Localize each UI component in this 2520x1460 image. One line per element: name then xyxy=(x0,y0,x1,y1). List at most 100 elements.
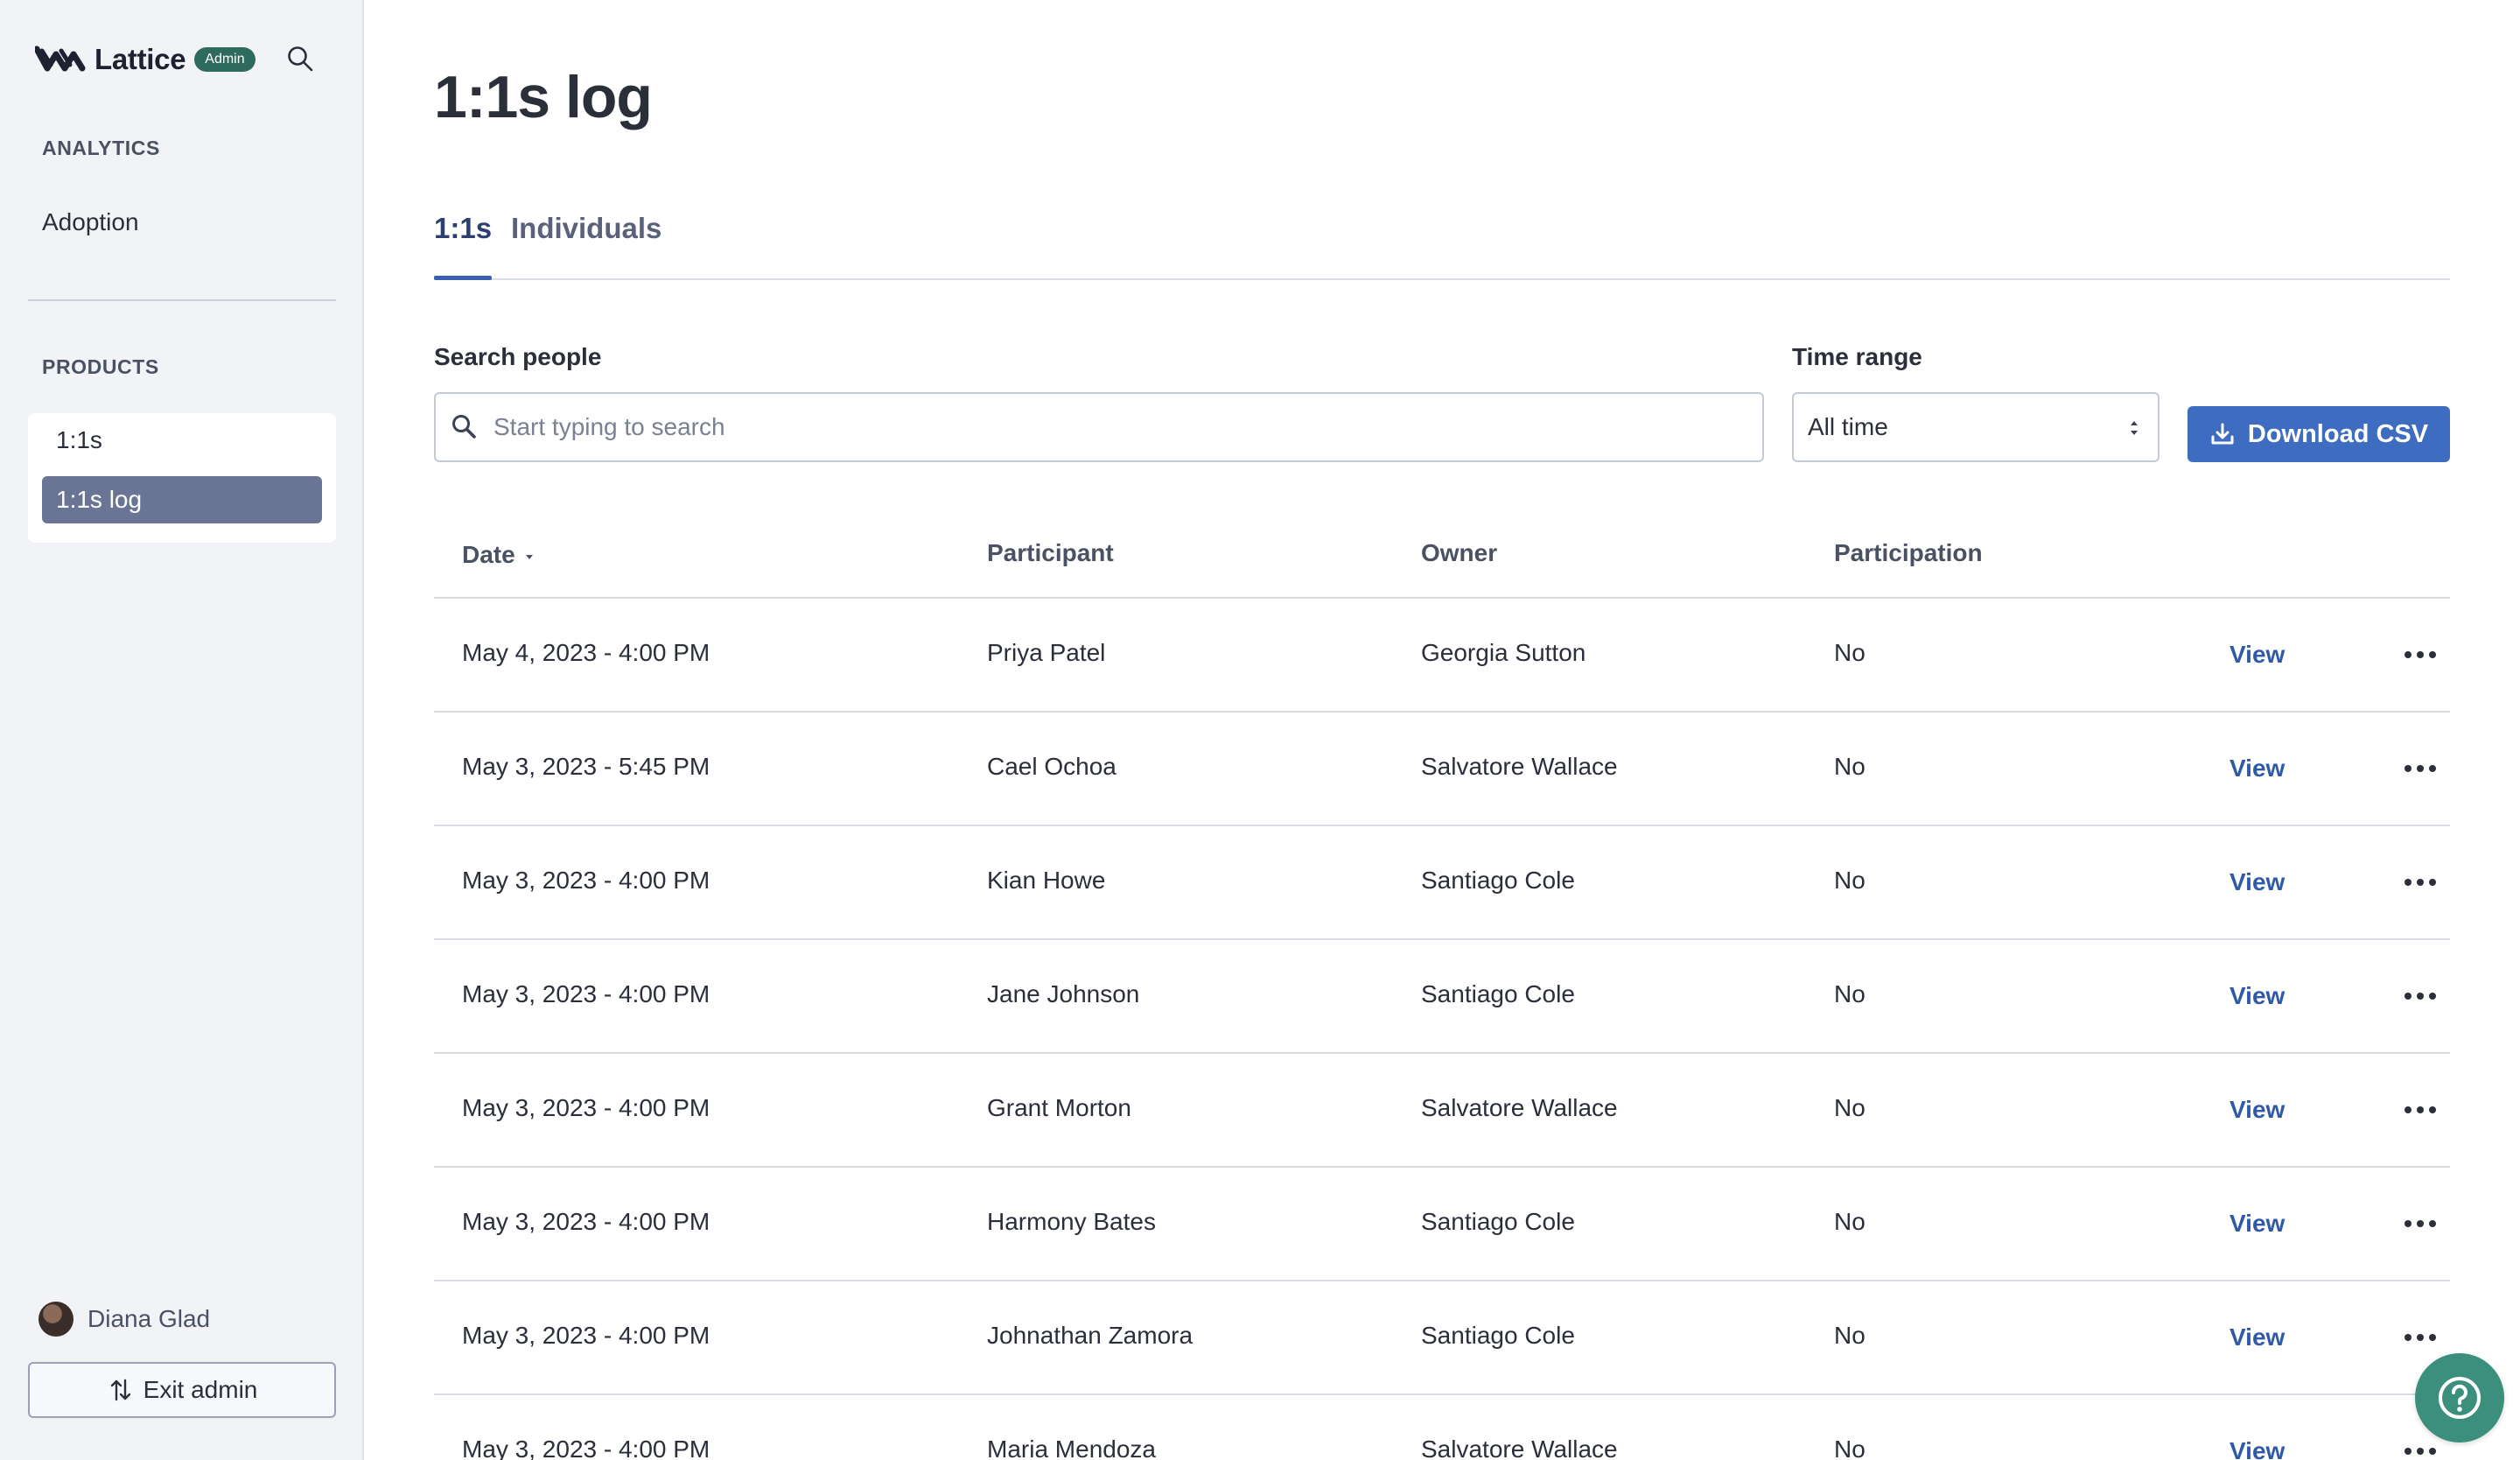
view-link[interactable]: View xyxy=(2230,755,2285,783)
row-owner: Santiago Cole xyxy=(1421,1322,1575,1349)
tab-1-1s[interactable]: 1:1s xyxy=(434,212,493,280)
row-participation: No xyxy=(1834,1435,1866,1460)
admin-badge: Admin xyxy=(194,47,256,72)
analytics-heading: ANALYTICS xyxy=(42,137,160,159)
sidebar-divider xyxy=(28,299,336,301)
more-horizontal-icon[interactable] xyxy=(2404,648,2436,662)
more-horizontal-icon[interactable] xyxy=(2404,875,2436,889)
current-user[interactable]: Diana Glad xyxy=(38,1301,210,1337)
search-icon[interactable] xyxy=(285,44,315,74)
table-row: May 3, 2023 - 5:45 PM Cael Ochoa Salvatore… xyxy=(434,712,2450,826)
help-button[interactable] xyxy=(2415,1353,2504,1442)
products-heading: PRODUCTS xyxy=(42,355,159,378)
table-row: May 3, 2023 - 4:00 PM Kian Howe Santiago C… xyxy=(434,826,2450,940)
exit-admin-button[interactable]: Exit admin xyxy=(28,1362,336,1418)
row-participation: No xyxy=(1834,753,1866,780)
row-participant: Jane Johnson xyxy=(987,980,1140,1007)
column-header-participant[interactable]: Participant xyxy=(987,539,1114,567)
download-csv-label: Download CSV xyxy=(2247,419,2429,448)
column-header-date-label: Date xyxy=(462,541,515,568)
row-owner: Santiago Cole xyxy=(1421,980,1575,1007)
view-link[interactable]: View xyxy=(2230,868,2285,896)
row-participation: No xyxy=(1834,1094,1866,1121)
table-row: May 3, 2023 - 4:00 PM Maria Mendoza Salvat… xyxy=(434,1395,2450,1460)
more-horizontal-icon[interactable] xyxy=(2404,762,2436,776)
row-participant: Maria Mendoza xyxy=(987,1435,1156,1460)
row-participant: Cael Ochoa xyxy=(987,753,1116,780)
row-participant: Priya Patel xyxy=(987,639,1106,666)
row-date: May 3, 2023 - 5:45 PM xyxy=(462,753,710,780)
row-date: May 3, 2023 - 4:00 PM xyxy=(462,980,710,1007)
row-date: May 3, 2023 - 4:00 PM xyxy=(462,1094,710,1121)
row-owner: Salvatore Wallace xyxy=(1421,1094,1618,1121)
row-participation: No xyxy=(1834,1208,1866,1235)
avatar xyxy=(38,1302,74,1337)
more-horizontal-icon[interactable] xyxy=(2404,1444,2436,1458)
more-horizontal-icon[interactable] xyxy=(2404,989,2436,1003)
row-participant: Grant Morton xyxy=(987,1094,1131,1121)
download-icon xyxy=(2211,423,2234,445)
search-icon xyxy=(452,415,476,439)
swap-arrows-icon xyxy=(110,1379,130,1401)
download-csv-button[interactable]: Download CSV xyxy=(2188,406,2450,462)
column-header-participation[interactable]: Participation xyxy=(1834,539,1983,567)
one-on-ones-table: Date Participant Owner Participation May… xyxy=(434,511,2450,1460)
column-header-owner[interactable]: Owner xyxy=(1421,539,1497,567)
row-date: May 3, 2023 - 4:00 PM xyxy=(462,1322,710,1349)
row-owner: Santiago Cole xyxy=(1421,867,1575,894)
sort-down-icon xyxy=(525,554,533,559)
user-name: Diana Glad xyxy=(88,1305,211,1332)
row-participation: No xyxy=(1834,1322,1866,1349)
search-field[interactable] xyxy=(434,392,1764,462)
row-participant: Johnathan Zamora xyxy=(987,1322,1194,1349)
view-link[interactable]: View xyxy=(2230,1323,2285,1351)
table-row: May 3, 2023 - 4:00 PM Jane Johnson Santiag… xyxy=(434,940,2450,1054)
brand-name: Lattice xyxy=(94,43,186,75)
sidebar-item-adoption[interactable]: Adoption xyxy=(42,208,139,236)
row-participation: No xyxy=(1834,980,1866,1007)
view-link[interactable]: View xyxy=(2230,1210,2285,1238)
table-row: May 3, 2023 - 4:00 PM Harmony Bates Santia… xyxy=(434,1168,2450,1281)
brand[interactable]: Lattice Admin xyxy=(35,40,256,79)
table-row: May 3, 2023 - 4:00 PM Johnathan Zamora San… xyxy=(434,1281,2450,1395)
row-participation: No xyxy=(1834,639,1866,666)
view-link[interactable]: View xyxy=(2230,1437,2285,1460)
row-date: May 3, 2023 - 4:00 PM xyxy=(462,1435,710,1460)
row-participation: No xyxy=(1834,867,1866,894)
lattice-logo-icon xyxy=(35,46,86,72)
sidebar-item-1-1s-log[interactable]: 1:1s log xyxy=(42,476,322,523)
row-owner: Salvatore Wallace xyxy=(1421,1435,1618,1460)
row-date: May 3, 2023 - 4:00 PM xyxy=(462,1208,710,1235)
table-row: May 4, 2023 - 4:00 PM Priya Patel Georgia … xyxy=(434,599,2450,712)
view-link[interactable]: View xyxy=(2230,641,2285,669)
row-owner: Georgia Sutton xyxy=(1421,639,1586,666)
row-owner: Salvatore Wallace xyxy=(1421,753,1618,780)
sidebar-item-1-1s[interactable]: 1:1s xyxy=(42,417,322,464)
exit-admin-label: Exit admin xyxy=(143,1376,258,1403)
row-participant: Kian Howe xyxy=(987,867,1106,894)
search-label: Search people xyxy=(434,343,602,370)
time-range-value: All time xyxy=(1808,413,1888,440)
column-header-date[interactable]: Date xyxy=(462,541,535,569)
row-participant: Harmony Bates xyxy=(987,1208,1156,1235)
time-range-label: Time range xyxy=(1792,343,1922,370)
products-nav: 1:1s 1:1s log xyxy=(28,413,336,543)
more-horizontal-icon[interactable] xyxy=(2404,1330,2436,1344)
tab-individuals[interactable]: Individuals xyxy=(511,212,662,278)
more-horizontal-icon[interactable] xyxy=(2404,1217,2436,1231)
view-link[interactable]: View xyxy=(2230,982,2285,1010)
more-horizontal-icon[interactable] xyxy=(2404,1103,2436,1117)
page-title: 1:1s log xyxy=(434,64,653,130)
tab-bar: 1:1s Individuals xyxy=(434,201,2450,280)
table-header: Date Participant Owner Participation xyxy=(434,511,2450,599)
help-icon xyxy=(2439,1377,2481,1419)
time-range-select[interactable]: All time xyxy=(1792,392,2160,462)
row-date: May 4, 2023 - 4:00 PM xyxy=(462,639,710,666)
row-owner: Santiago Cole xyxy=(1421,1208,1575,1235)
view-link[interactable]: View xyxy=(2230,1096,2285,1124)
table-body: May 4, 2023 - 4:00 PM Priya Patel Georgia … xyxy=(434,599,2450,1460)
select-caret-icon xyxy=(2131,421,2138,435)
table-row: May 3, 2023 - 4:00 PM Grant Morton Salvato… xyxy=(434,1054,2450,1168)
row-date: May 3, 2023 - 4:00 PM xyxy=(462,867,710,894)
search-input[interactable] xyxy=(494,413,1762,441)
